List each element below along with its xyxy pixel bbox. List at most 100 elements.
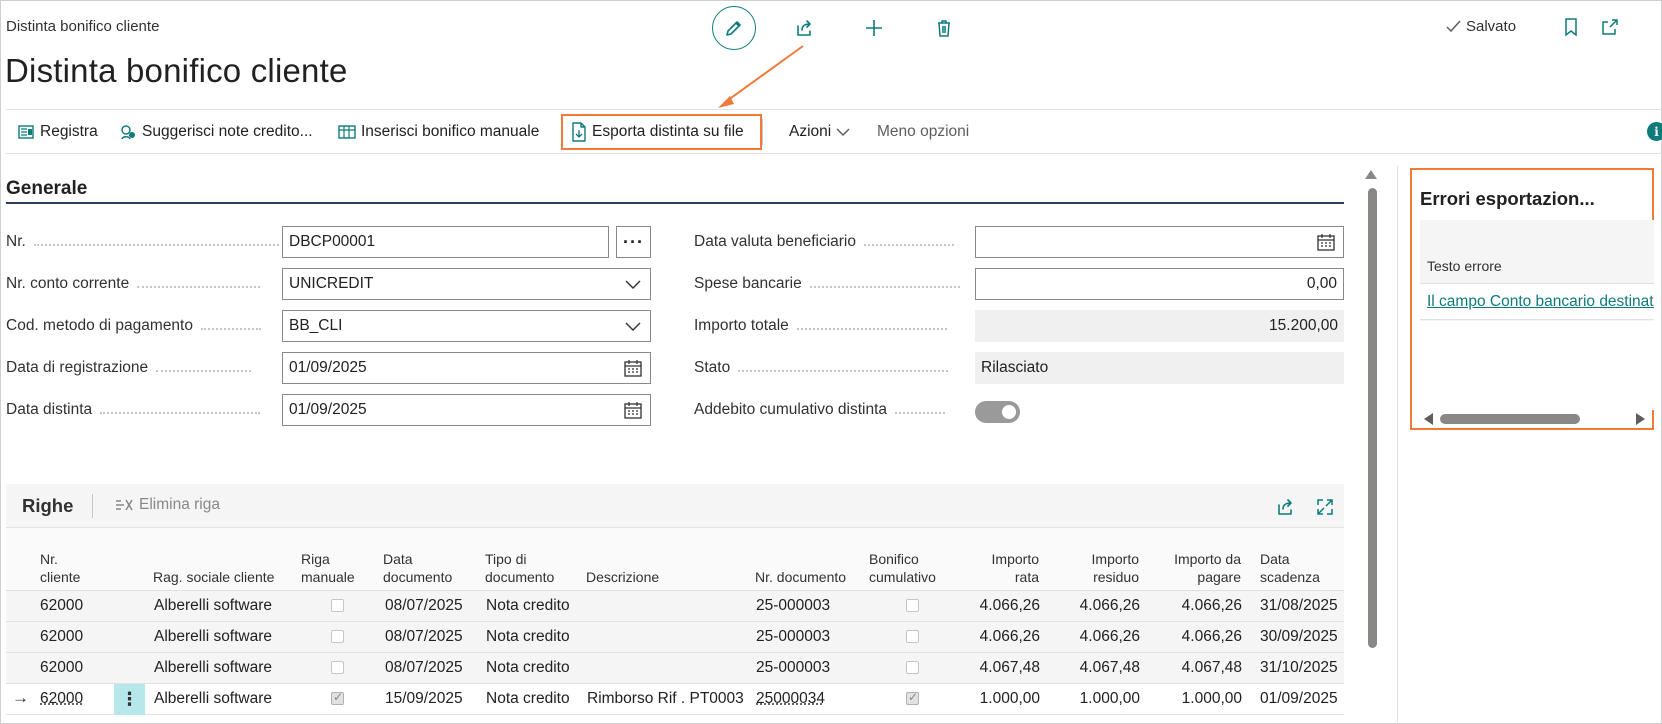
saved-label: Salvato [1466,18,1516,35]
data-reg-field[interactable]: 01/09/2025 [282,352,651,384]
bonifico-cumulativo-checkbox [906,599,919,612]
addebito-toggle[interactable] [975,401,1020,423]
th-data-documento[interactable]: Data documento [383,550,452,586]
table-row[interactable]: 62000 Alberelli software 08/07/2025 Nota… [6,622,1344,653]
cell-nr-documento: 25-000003 [756,628,830,646]
factbox-hscroll-thumb[interactable] [1440,414,1580,424]
conto-label: Nr. conto corrente [6,275,129,293]
main-scrollbar-thumb[interactable] [1368,188,1377,648]
esporta-label: Esporta distinta su file [592,123,744,141]
calendar-icon[interactable] [622,358,644,378]
share-button[interactable] [782,6,826,50]
th-rag-sociale[interactable]: Rag. sociale cliente [153,568,274,586]
new-button[interactable] [852,6,896,50]
cell-nr-cliente[interactable]: 62000 [40,597,83,615]
conto-select[interactable]: UNICREDIT [282,268,651,300]
table-row[interactable]: 62000 Alberelli software 08/07/2025 Nota… [6,653,1344,684]
table-row[interactable]: 62000 Alberelli software 08/07/2025 Nota… [6,591,1344,622]
nr-lookup-button[interactable]: ··· [616,226,651,258]
metodo-value: BB_CLI [289,317,622,335]
bookmark-button[interactable] [1560,16,1582,38]
scroll-left-arrow[interactable] [1424,413,1433,425]
cell-importo-da-pagare: 1.000,00 [1156,690,1242,708]
data-valuta-label: Data valuta beneficiario [694,233,856,251]
th-data-scadenza[interactable]: Data scadenza [1260,550,1320,586]
scroll-up-arrow[interactable] [1365,170,1377,179]
righe-share-button[interactable] [1274,496,1296,518]
action-separator [762,119,763,145]
cell-importo-residuo: 4.067,48 [1056,659,1140,677]
bookmark-icon [1563,17,1579,37]
th-importo-residuo[interactable]: Importo residuo [1056,550,1139,586]
cell-nr-cliente[interactable]: 62000 [40,690,83,708]
dots-leader [797,328,947,330]
cell-nr-documento: 25000034 [756,690,825,708]
cell-rag-sociale: Alberelli software [154,597,272,615]
th-nr-cliente[interactable]: Nr. cliente [40,550,80,586]
stato-field: Rilasciato [975,352,1344,384]
section-divider [6,202,1344,204]
conto-value: UNICREDIT [289,275,622,293]
th-importo-da-pagare[interactable]: Importo da pagare [1156,550,1241,586]
errori-esportazione-factbox: Errori esportazion... Testo errore Il ca… [1410,168,1654,430]
meno-opzioni-button[interactable]: Meno opzioni [877,117,969,147]
inserisci-button[interactable]: Inserisci bonifico manuale [338,117,539,147]
metodo-select[interactable]: BB_CLI [282,310,651,342]
inserisci-label: Inserisci bonifico manuale [361,123,539,141]
plus-icon [864,18,884,38]
elimina-riga-button[interactable]: Elimina riga [114,496,220,514]
th-riga-manuale[interactable]: Riga manuale [301,550,355,586]
th-nr-documento[interactable]: Nr. documento [755,568,846,586]
th-tipo-documento[interactable]: Tipo di documento [485,550,554,586]
cell-data-scadenza: 30/09/2025 [1260,628,1338,646]
cell-tipo-documento: Nota credito [486,659,570,677]
spese-field[interactable]: 0,00 [975,268,1344,300]
nr-field[interactable]: DBCP00001 [282,226,609,258]
registra-button[interactable]: Registra [17,117,98,147]
conto-label-row: Nr. conto corrente [6,275,260,293]
meno-opzioni-label: Meno opzioni [877,123,969,141]
cell-importo-residuo: 4.066,26 [1056,628,1140,646]
info-icon[interactable]: i [1647,122,1662,141]
th-testo-errore[interactable]: Testo errore [1427,258,1502,274]
cell-nr-cliente[interactable]: 62000 [40,659,83,677]
edit-button[interactable] [712,6,756,50]
table-row-selected[interactable]: → 62000 ⋮ Alberelli software 15/09/2025 … [6,684,1344,715]
data-valuta-field[interactable] [975,226,1344,258]
generale-title: Generale [6,178,87,200]
chevron-down-icon [622,274,644,294]
data-valuta-label-row: Data valuta beneficiario [694,233,954,251]
data-dist-label-row: Data distinta [6,401,260,419]
esporta-button[interactable]: Esporta distinta su file [561,114,762,150]
riga-manuale-checkbox [331,630,344,643]
metodo-label: Cod. metodo di pagamento [6,317,193,335]
calendar-icon[interactable] [1315,232,1337,252]
cell-nr-cliente[interactable]: 62000 [40,628,83,646]
table-header: Nr. cliente Rag. sociale cliente Riga manu… [6,528,1344,591]
azioni-label: Azioni [789,123,831,141]
righe-expand-button[interactable] [1314,496,1336,518]
addebito-label: Addebito cumulativo distinta [694,401,887,419]
factbox-row[interactable]: Il campo Conto bancario destinatario [1420,284,1654,320]
azioni-menu[interactable]: Azioni [789,117,850,147]
dots-leader [100,412,260,414]
th-bonifico-cumulativo[interactable]: Bonifico cumulativo [869,550,936,586]
row-menu-button[interactable]: ⋮ [114,684,145,715]
cell-nr-documento: 25-000003 [756,659,830,677]
scroll-right-arrow[interactable] [1636,413,1645,425]
th-importo-rata[interactable]: Importo rata [966,550,1039,586]
open-new-window-button[interactable] [1599,16,1621,38]
cell-importo-rata: 4.066,26 [956,597,1040,615]
cell-importo-rata: 4.067,48 [956,659,1040,677]
th-descrizione[interactable]: Descrizione [586,568,659,586]
error-link[interactable]: Il campo Conto bancario destinatario [1427,293,1654,311]
calendar-icon[interactable] [622,400,644,420]
delete-button[interactable] [922,6,966,50]
nr-label-row: Nr. [6,233,279,251]
factbox-title[interactable]: Errori esportazion... [1420,188,1595,210]
factbox-grid: Testo errore Il campo Conto bancario des… [1420,220,1654,410]
cell-data-documento: 08/07/2025 [385,628,463,646]
nr-value: DBCP00001 [289,233,602,251]
data-dist-field[interactable]: 01/09/2025 [282,394,651,426]
suggerisci-button[interactable]: Suggerisci note credito... [119,117,313,147]
